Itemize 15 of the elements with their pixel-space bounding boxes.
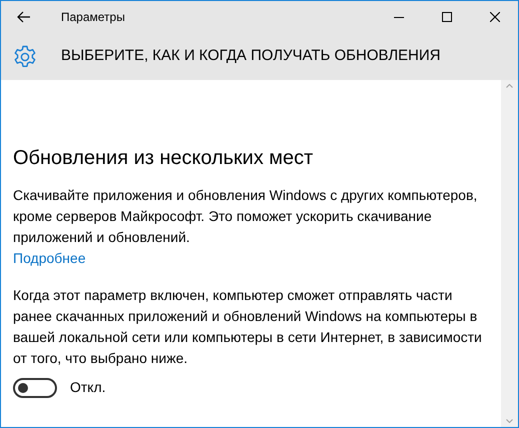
note-text: Когда этот параметр включен, компьютер сможет отправлять части ранее скачанных приложений и обновлений Windows на компьютеры в вашей локальной сети или компьютеры в сети Интернет, в зависимости от того, что выбрано ниже. [13,286,483,368]
learn-more-link[interactable]: Подробнее [13,248,86,269]
page-title: ВЫБЕРИТЕ, КАК И КОГДА ПОЛУЧАТЬ ОБНОВЛЕНИЯ [61,46,441,66]
back-arrow-icon [17,11,31,23]
section-heading: Обновления из нескольких мест [13,146,314,171]
toggle-state-label: Откл. [70,378,106,397]
scroll-down-icon [506,419,513,423]
settings-icon [13,44,37,68]
close-icon [490,12,500,22]
description-text: Скачивайте приложения и обновления Windows с других компьютеров, кроме серверов Майкрософт. Это поможет ускорить скачивание приложений и обновлений. [13,186,478,247]
scroll-up-icon [506,84,513,88]
toggle-switch[interactable] [13,378,57,398]
window-title: Параметры [61,9,125,26]
maximize-icon [442,12,452,22]
minimize-icon [394,16,404,18]
